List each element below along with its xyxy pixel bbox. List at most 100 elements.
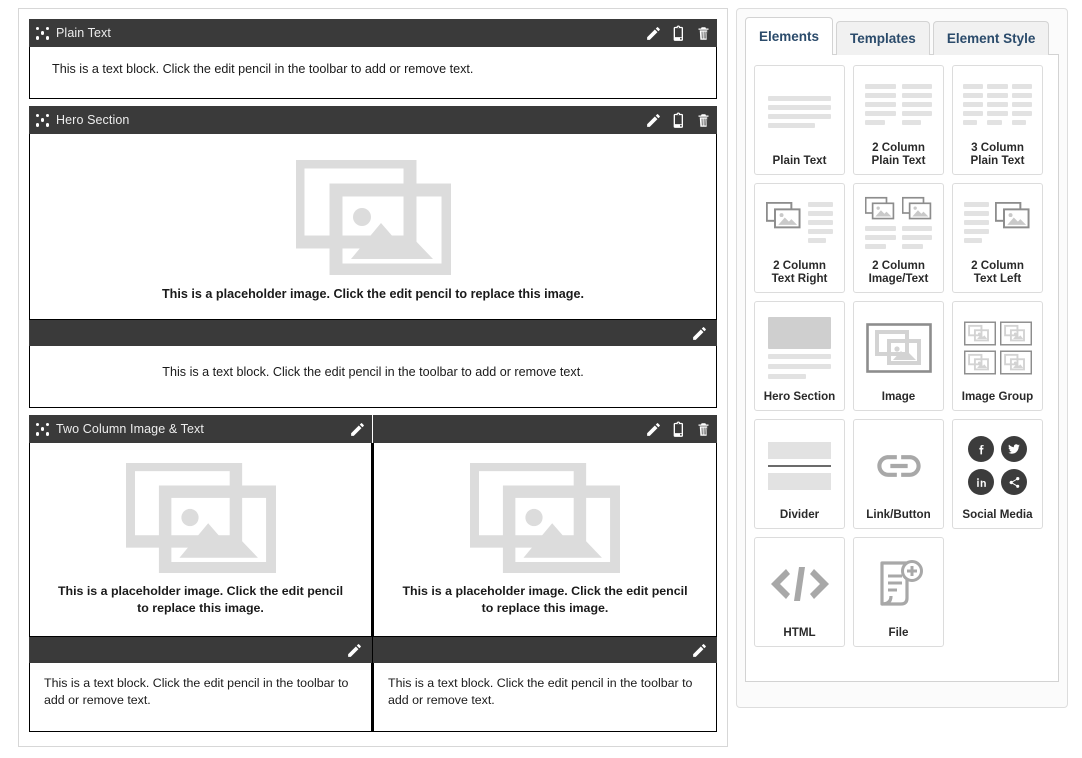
block-content: This is a text block. Click the edit pen…: [29, 47, 717, 99]
element-tile-label: 2 Column Text Right: [771, 258, 828, 286]
clipboard-copy-icon[interactable]: [671, 24, 687, 42]
element-tile-label: Social Media: [962, 508, 1033, 522]
element-tile-image-group[interactable]: Image Group: [952, 301, 1043, 411]
two-column-text-preview-icon: [858, 72, 939, 138]
block-two-column-image-text[interactable]: Two Column Image & Text This is a placeh…: [29, 415, 717, 732]
placeholder-image-caption: This is a placeholder image. Click the e…: [57, 584, 344, 615]
text-content[interactable]: This is a text block. Click the edit pen…: [30, 346, 716, 407]
placeholder-image-area[interactable]: [30, 443, 371, 577]
share-icon: [1001, 469, 1027, 496]
placeholder-image-area[interactable]: [374, 443, 716, 577]
element-tile-3-column-plain-text[interactable]: 3 Column Plain Text: [952, 65, 1043, 175]
linkedin-icon: [968, 469, 994, 496]
placeholder-image-caption: This is a placeholder image. Click the e…: [402, 584, 688, 615]
element-tile-file[interactable]: File: [853, 537, 944, 647]
block-toolbar: [645, 420, 711, 438]
element-tile-hero-section[interactable]: Hero Section: [754, 301, 845, 411]
edit-pencil-icon[interactable]: [691, 642, 708, 659]
edit-pencil-icon[interactable]: [691, 325, 708, 342]
text-content[interactable]: This is a text block. Click the edit pen…: [30, 47, 716, 98]
page-editor: Plain Text This is a text block. Click t…: [0, 0, 1082, 758]
elements-tab-panel: Plain Text 2 Column Plain Text 3 Column …: [745, 54, 1059, 682]
image-text-preview-icon: [858, 190, 939, 256]
hero-image-pane: This is a placeholder image. Click the e…: [29, 134, 717, 320]
block-title: Two Column Image & Text: [56, 422, 204, 436]
mini-image-icon: [995, 202, 1030, 229]
mini-image-icon: [901, 197, 931, 220]
clipboard-copy-icon[interactable]: [671, 111, 687, 129]
image-group-preview-icon: [957, 308, 1038, 387]
clipboard-copy-icon[interactable]: [671, 420, 687, 438]
column-text-pane: This is a text block. Click the edit pen…: [29, 663, 372, 732]
tab-element-style[interactable]: Element Style: [932, 21, 1050, 55]
block-toolbar: [645, 24, 711, 42]
element-tile-plain-text[interactable]: Plain Text: [754, 65, 845, 175]
element-tile-label: Link/Button: [866, 508, 931, 522]
element-tile-2-column-text-right[interactable]: 2 Column Text Right: [754, 183, 845, 293]
element-tile-link-button[interactable]: Link/Button: [853, 419, 944, 529]
edit-pencil-icon[interactable]: [645, 421, 662, 438]
edit-pencil-icon[interactable]: [645, 25, 662, 42]
hero-preview-icon: [759, 308, 840, 387]
tab-templates[interactable]: Templates: [836, 21, 930, 55]
element-tile-html[interactable]: HTML: [754, 537, 845, 647]
column-left-toolbar-wrap: [29, 637, 373, 664]
plain-text-preview-icon: [759, 72, 840, 151]
trash-delete-icon[interactable]: [696, 25, 711, 42]
social-media-preview-icon: [957, 426, 1038, 505]
text-content[interactable]: This is a text block. Click the edit pen…: [30, 663, 371, 730]
hero-text-toolbar: [29, 320, 717, 346]
element-tile-label: 2 Column Image/Text: [868, 258, 929, 286]
elements-panel: Elements Templates Element Style Plain T…: [736, 8, 1068, 708]
two-column-toolbar-row: [29, 637, 717, 664]
drag-handle-icon[interactable]: [36, 26, 49, 40]
text-left-preview-icon: [957, 190, 1038, 256]
element-tile-grid: Plain Text 2 Column Plain Text 3 Column …: [754, 65, 1050, 647]
element-tile-label: Divider: [779, 508, 820, 522]
block-header-right: [373, 415, 717, 443]
block-hero-section[interactable]: Hero Section This is a placeholder image…: [29, 106, 717, 408]
mini-image-icon: [865, 197, 895, 220]
element-tile-2-column-image-text[interactable]: 2 Column Image/Text: [853, 183, 944, 293]
element-tile-social-media[interactable]: Social Media: [952, 419, 1043, 529]
image-preview-icon: [858, 308, 939, 387]
placeholder-image-caption: This is a placeholder image. Click the e…: [161, 287, 585, 301]
placeholder-image-icon: [470, 463, 620, 573]
block-title: Plain Text: [56, 26, 111, 40]
element-tile-label: Image: [881, 390, 916, 404]
element-tile-2-column-text-left[interactable]: 2 Column Text Left: [952, 183, 1043, 293]
text-content[interactable]: This is a text block. Click the edit pen…: [374, 663, 716, 730]
divider-preview-icon: [759, 426, 840, 505]
column-right-image: This is a placeholder image. Click the e…: [373, 443, 717, 638]
column-left-text: This is a text block. Click the edit pen…: [29, 663, 373, 732]
column-right-toolbar-wrap: [373, 637, 717, 664]
mini-image-icon: [766, 202, 801, 229]
edit-pencil-icon[interactable]: [346, 642, 363, 659]
edit-pencil-icon[interactable]: [645, 112, 662, 129]
two-column-image-row: This is a placeholder image. Click the e…: [29, 443, 717, 638]
trash-delete-icon[interactable]: [696, 421, 711, 438]
column-image-pane: This is a placeholder image. Click the e…: [373, 443, 717, 638]
editor-canvas: Plain Text This is a text block. Click t…: [18, 8, 728, 747]
element-tile-label: Hero Section: [763, 390, 836, 404]
element-tile-2-column-plain-text[interactable]: 2 Column Plain Text: [853, 65, 944, 175]
edit-pencil-icon[interactable]: [349, 421, 366, 438]
block-header: Plain Text: [29, 19, 717, 47]
block-header: Two Column Image & Text: [29, 415, 717, 443]
trash-delete-icon[interactable]: [696, 112, 711, 129]
element-tile-image[interactable]: Image: [853, 301, 944, 411]
block-plain-text[interactable]: Plain Text This is a text block. Click t…: [29, 19, 717, 99]
text-right-preview-icon: [759, 190, 840, 256]
block-header: Hero Section: [29, 106, 717, 134]
placeholder-image-area[interactable]: [30, 134, 716, 283]
hero-text-pane: This is a text block. Click the edit pen…: [29, 346, 717, 408]
element-tile-label: Plain Text: [772, 154, 827, 168]
element-tile-divider[interactable]: Divider: [754, 419, 845, 529]
tab-elements[interactable]: Elements: [745, 17, 834, 55]
column-text-toolbar: [29, 637, 372, 664]
element-tile-label: HTML: [783, 626, 816, 640]
drag-handle-icon[interactable]: [36, 113, 49, 127]
column-text-pane: This is a text block. Click the edit pen…: [373, 663, 717, 732]
drag-handle-icon[interactable]: [36, 422, 49, 436]
block-title: Hero Section: [56, 113, 130, 127]
